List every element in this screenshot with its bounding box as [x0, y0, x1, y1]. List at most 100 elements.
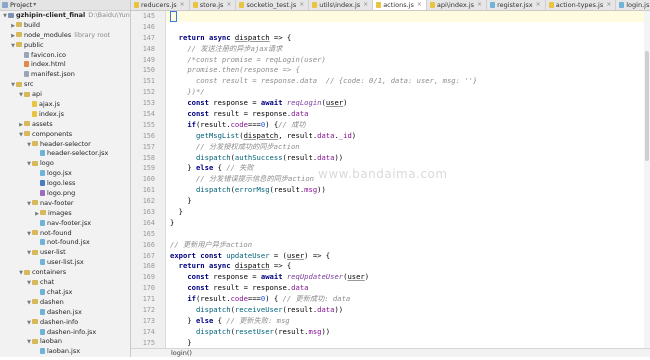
tree-item[interactable]: ▼gzhipin-client_finalD:\Baidu\YunDownloa…	[0, 11, 130, 21]
code-line[interactable]: dispatch(resetUser(result.msg))	[166, 327, 650, 338]
editor-tab[interactable]: reducers.js ×	[131, 0, 190, 10]
tree-item[interactable]: ▼ chat	[0, 278, 130, 288]
code-line[interactable]: /*const promise = reqLogin(user)	[166, 55, 650, 66]
tree-item[interactable]: ▼ laoban	[0, 337, 130, 347]
tree-item-label: logo.jsx	[47, 169, 72, 178]
close-icon[interactable]: ×	[477, 0, 482, 10]
code-line[interactable]: }	[166, 207, 650, 218]
code-line[interactable]: const response = await reqUpdateUser(use…	[166, 272, 650, 283]
code-line[interactable]: getMsgList(dispatch, result.data._id)	[166, 131, 650, 142]
tree-item-label: manifest.json	[31, 70, 75, 79]
tree-item[interactable]: ▼ nav-footer	[0, 199, 130, 209]
close-icon[interactable]: ×	[363, 0, 368, 10]
code-line[interactable]: const result = response.data	[166, 109, 650, 120]
code-line[interactable]: }	[166, 218, 650, 229]
code-line[interactable]: }	[166, 196, 650, 207]
tree-item[interactable]: ▶ node_modules library root	[0, 31, 130, 41]
close-icon[interactable]: ×	[299, 0, 304, 10]
editor-tab[interactable]: api\index.js ×	[427, 0, 488, 10]
tree-item[interactable]: laoban.jsx	[0, 347, 130, 357]
tree-item-label: not-found	[40, 228, 72, 237]
tree-item[interactable]: ▼ user-list	[0, 248, 130, 258]
tree-item[interactable]: ▼ not-found	[0, 229, 130, 239]
line-number: 154	[142, 110, 155, 119]
tree-item[interactable]: user-list.jsx	[0, 258, 130, 268]
tree-item-label: logo.less	[47, 179, 76, 188]
tree-item-label: logo.png	[47, 189, 76, 198]
editor-tab[interactable]: action-types.js ×	[546, 0, 617, 10]
code-line[interactable]: dispatch(authSuccess(result.data))	[166, 153, 650, 164]
close-icon[interactable]: ×	[606, 0, 611, 10]
tree-item[interactable]: ▼ components	[0, 130, 130, 140]
code-line[interactable]: }	[166, 338, 650, 348]
tree-item[interactable]: manifest.json	[0, 70, 130, 80]
tree-item[interactable]: logo.less	[0, 179, 130, 189]
code-line[interactable]: const result = response.data // {code: 0…	[166, 76, 650, 87]
tree-item[interactable]: nav-footer.jsx	[0, 219, 130, 229]
tree-item[interactable]: not-found.jsx	[0, 238, 130, 248]
tab-label: socketio_test.js	[246, 1, 297, 9]
tree-item[interactable]: ▼ public	[0, 41, 130, 51]
code-line[interactable]: const response = await reqLogin(user)	[166, 98, 650, 109]
breadcrumb-item[interactable]: login()	[171, 349, 192, 357]
code-line[interactable]: // 分发授权成功的同步action	[166, 142, 650, 153]
code-line[interactable]	[166, 22, 650, 33]
tree-item[interactable]: dashen-info.jsx	[0, 328, 130, 338]
code-line[interactable]	[166, 229, 650, 240]
editor-tab[interactable]: register.jsx ×	[487, 0, 546, 10]
file-icon	[548, 2, 554, 8]
editor-tab[interactable]: store.js ×	[190, 0, 237, 10]
close-icon[interactable]: ×	[536, 0, 541, 10]
tree-item[interactable]: ▼ logo	[0, 159, 130, 169]
project-panel-header[interactable]: Project ▾	[0, 0, 130, 11]
code-line[interactable]: return async dispatch => {	[166, 261, 650, 272]
editor-tab[interactable]: actions.js ×	[373, 0, 427, 10]
code-line[interactable]: // 更新用户异步action	[166, 240, 650, 251]
tree-item[interactable]: header-selector.jsx	[0, 149, 130, 159]
code-line[interactable]: dispatch(errorMsg(result.msg))	[166, 185, 650, 196]
tree-item[interactable]: index.html	[0, 60, 130, 70]
tree-item-label: api	[32, 90, 42, 99]
file-icon	[24, 61, 29, 68]
tree-item[interactable]: ▼ src	[0, 80, 130, 90]
project-icon	[2, 2, 8, 8]
file-icon	[40, 150, 45, 157]
close-icon[interactable]: ×	[226, 0, 231, 10]
code-line[interactable]: const result = response.data	[166, 283, 650, 294]
tree-item[interactable]: ▶ assets	[0, 120, 130, 130]
code-line[interactable]: export const updateUser = (user) => {	[166, 251, 650, 262]
tree-item[interactable]: ▼ header-selector	[0, 140, 130, 150]
scrollbar-thumb[interactable]	[645, 51, 649, 161]
code-line[interactable]: })*/	[166, 87, 650, 98]
tree-item-label: containers	[32, 268, 67, 277]
line-number: 151	[142, 77, 155, 86]
tree-item[interactable]: favicon.ico	[0, 51, 130, 61]
code-line[interactable]: if(result.code===0) { // 更新成功: data	[166, 294, 650, 305]
tree-item[interactable]: ▶ images	[0, 209, 130, 219]
code-line[interactable]: if(result.code===0) {// 成功	[166, 120, 650, 131]
tree-item[interactable]: ▼ api	[0, 90, 130, 100]
code-line[interactable]: promise.then(response => {	[166, 65, 650, 76]
vertical-scrollbar[interactable]	[644, 11, 650, 348]
tree-item[interactable]: index.js	[0, 110, 130, 120]
tree-item[interactable]: logo.png	[0, 189, 130, 199]
code-line[interactable]: } else { // 更新失败: msg	[166, 316, 650, 327]
tree-item[interactable]: ajax.js	[0, 100, 130, 110]
close-icon[interactable]: ×	[417, 0, 422, 10]
editor-tab[interactable]: utils\index.js ×	[309, 0, 374, 10]
tree-item[interactable]: dashen.jsx	[0, 308, 130, 318]
code-line[interactable]: dispatch(receiveUser(result.data))	[166, 305, 650, 316]
tree-item[interactable]: ▼ dashen	[0, 298, 130, 308]
chevron-down-icon[interactable]: ▾	[33, 0, 36, 10]
editor-tab[interactable]: login.jsx×	[616, 0, 650, 10]
tree-item[interactable]: ▼ dashen-info	[0, 318, 130, 328]
code-line[interactable]: return async dispatch => {	[166, 33, 650, 44]
tree-item[interactable]: logo.jsx	[0, 169, 130, 179]
editor-tab[interactable]: socketio_test.js ×	[236, 0, 310, 10]
tree-item[interactable]: ▼ containers	[0, 268, 130, 278]
code-line[interactable]: // 发送注册的异步ajax请求	[166, 44, 650, 55]
close-icon[interactable]: ×	[180, 0, 185, 10]
tree-item[interactable]: chat.jsx	[0, 288, 130, 298]
code-line[interactable]	[166, 11, 650, 22]
tree-item[interactable]: ▶ build	[0, 21, 130, 31]
